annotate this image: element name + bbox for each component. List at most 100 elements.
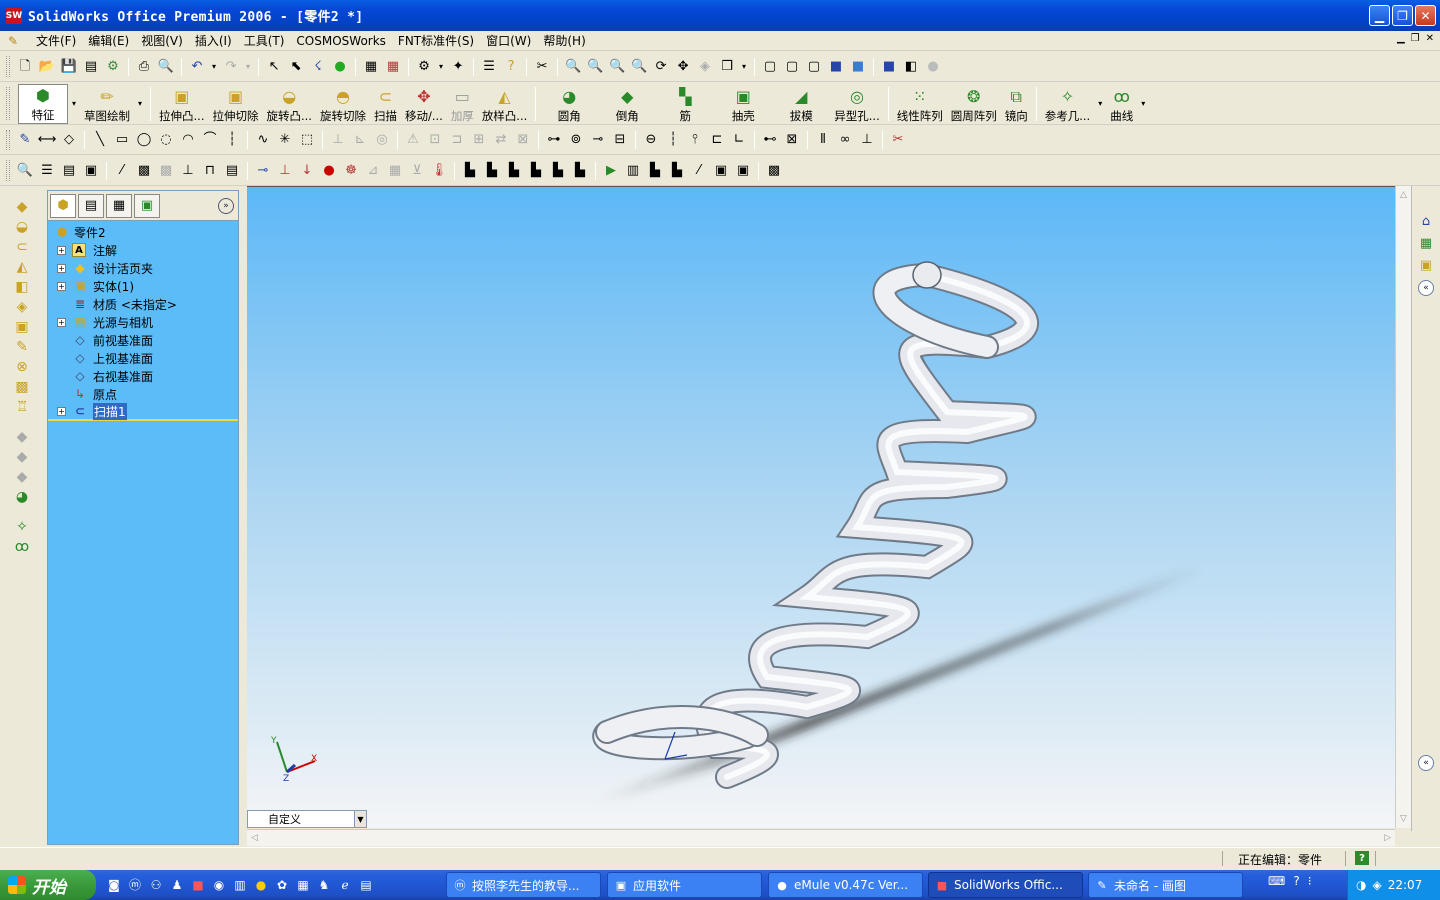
tree-root[interactable]: ⬢ 零件2 [48, 223, 238, 241]
fillet-button[interactable]: ◕ 圆角 [540, 84, 598, 124]
feature-manager-tab[interactable]: ⬢ 特征 [18, 83, 68, 124]
expand-toggle[interactable]: + [57, 406, 66, 416]
task-browser[interactable]: ⓜ 按照李先生的教导... [446, 872, 601, 898]
extend-icon[interactable]: ⊐ [449, 132, 465, 148]
maximize-button[interactable]: ❐ [1392, 5, 1413, 26]
mold-3-icon[interactable]: ▙ [506, 163, 522, 179]
perpendicular-icon[interactable]: ∟ [731, 132, 747, 148]
undo-icon[interactable]: ↶ [189, 59, 205, 75]
expand-toggle[interactable]: + [57, 245, 66, 255]
chart-icon[interactable]: ▦ [295, 877, 311, 893]
menu-view[interactable]: 视图(V) [135, 32, 189, 50]
shell-button[interactable]: ▣ 抽壳 [714, 84, 772, 124]
properties-icon[interactable]: ☰ [481, 59, 497, 75]
tray-network-icon[interactable]: ◈ [1372, 878, 1381, 892]
dome-icon[interactable]: ♖ [14, 399, 30, 415]
ime-help-icon[interactable]: ? [1293, 874, 1299, 888]
extrude-cut-button[interactable]: ▣ 拉伸切除 [209, 84, 263, 124]
select-other-icon[interactable]: ⬉ [288, 59, 304, 75]
camera-icon[interactable]: ◙ [106, 877, 122, 893]
mold-4-icon[interactable]: ▙ [528, 163, 544, 179]
wireframe-icon[interactable]: ▢ [762, 59, 778, 75]
menu-help[interactable]: 帮助(H) [537, 32, 591, 50]
boundary-icon[interactable]: ◧ [14, 279, 30, 295]
result-icon[interactable]: ⊻ [409, 163, 425, 179]
scroll-down-icon[interactable]: ▽ [1400, 814, 1407, 824]
tangent-icon[interactable]: ⫯ [687, 132, 703, 148]
traffic-light-icon[interactable]: ● [332, 59, 348, 75]
convert-icon[interactable]: ⚠ [405, 132, 421, 148]
brick-icon[interactable]: ▦ [385, 59, 401, 75]
reference-geometry-button[interactable]: ✧ 参考几... [1041, 84, 1094, 124]
rebuild-icon[interactable]: ☇ [310, 59, 326, 75]
spline-icon[interactable]: ∿ [255, 132, 271, 148]
mold-5-icon[interactable]: ▙ [550, 163, 566, 179]
rib-button[interactable]: ▚ 筋 [656, 84, 714, 124]
load-icon[interactable]: ⊥ [277, 163, 293, 179]
configuration-manager-tab[interactable]: ▦ [106, 193, 132, 218]
print-preview-icon[interactable]: 🔍 [158, 59, 174, 75]
ime-options-icon[interactable]: ⁝ [1308, 874, 1312, 888]
loft-button[interactable]: ◭ 放样凸... [478, 84, 531, 124]
help-icon[interactable]: ? [503, 59, 519, 75]
three-point-arc-icon[interactable]: ◠ [180, 132, 196, 148]
help-icon[interactable]: ? [1355, 851, 1369, 865]
disabled-2-icon[interactable]: ◆ [14, 449, 30, 465]
vertical-icon[interactable]: ⊟ [612, 132, 628, 148]
disabled-3-icon[interactable]: ◆ [14, 469, 30, 485]
expand-task-pane-icon[interactable]: « [1418, 755, 1434, 771]
home-icon[interactable]: ⌂ [1418, 214, 1434, 230]
print-icon[interactable]: ⎙ [136, 59, 152, 75]
revolve-cut-button[interactable]: ◓ 旋转切除 [316, 84, 370, 124]
slot-icon[interactable]: ⊖ [643, 132, 659, 148]
new-icon[interactable]: 🗋 [17, 59, 33, 75]
revolve-boss-button[interactable]: ◒ 旋转凸... [263, 84, 316, 124]
centerline-icon[interactable]: ┆ [224, 132, 240, 148]
compare-icon[interactable]: ▣ [735, 163, 751, 179]
symmetric-icon[interactable]: ⦀ [815, 132, 831, 148]
circle-icon[interactable]: ◯ [136, 132, 152, 148]
curve-side-icon[interactable]: ꝏ [14, 539, 30, 555]
doc-restore-icon[interactable]: ❐ [1411, 33, 1420, 44]
hole-side-icon[interactable]: ⊗ [14, 359, 30, 375]
rib-side-icon[interactable]: ✎ [14, 339, 30, 355]
coincident-icon[interactable]: ⊚ [568, 132, 584, 148]
box-icon[interactable]: ▩ [14, 379, 30, 395]
shaded-icon[interactable]: ■ [850, 59, 866, 75]
extrude-boss-button[interactable]: ▣ 拉伸凸... [155, 84, 208, 124]
parallel-icon[interactable]: ┆ [665, 132, 681, 148]
start-button[interactable]: 开始 [0, 870, 96, 900]
fixture-icon[interactable]: ⊓ [202, 163, 218, 179]
shadows-icon[interactable]: ■ [881, 59, 897, 75]
eraser-icon[interactable]: ◇ [61, 132, 77, 148]
menu-tools[interactable]: 工具(T) [238, 32, 291, 50]
media-icon[interactable]: ◉ [211, 877, 227, 893]
thicken-button[interactable]: ▭ 加厚 [447, 84, 478, 124]
probe-icon[interactable]: ⁄ [691, 163, 707, 179]
flower-icon[interactable]: ✿ [274, 877, 290, 893]
export-icon[interactable]: ▙ [647, 163, 663, 179]
loft-side-icon[interactable]: ◭ [14, 259, 30, 275]
toolbox-icon[interactable]: ✦ [450, 59, 466, 75]
tree-node-sweep1[interactable]: + ⊂ 扫描1 [48, 402, 238, 421]
keyboard-icon[interactable]: ⌨ [1268, 874, 1285, 888]
tree-node-right-plane[interactable]: ◇ 右视基准面 [48, 367, 238, 385]
zoom-fit-icon[interactable]: 🔍 [565, 59, 581, 75]
realview-icon[interactable]: ● [925, 59, 941, 75]
view-orientation-icon[interactable]: ❒ [719, 59, 735, 75]
solidworks-app-icon[interactable]: SW [6, 7, 22, 24]
run-icon[interactable]: ▶ [603, 163, 619, 179]
vertical-scrollbar[interactable]: △ ▽ [1395, 186, 1411, 828]
relation-icon[interactable]: ⊶ [546, 132, 562, 148]
chevron-down-icon[interactable]: ▼ [354, 811, 366, 827]
horizontal-scrollbar[interactable]: ◁ ▷ [247, 829, 1395, 846]
menu-edit[interactable]: 编辑(E) [82, 32, 135, 50]
collinear-icon[interactable]: ⊏ [709, 132, 725, 148]
tray-app-icon[interactable]: ◑ [1356, 878, 1366, 892]
menu-window[interactable]: 窗口(W) [480, 32, 537, 50]
cut-icon[interactable]: ◈ [14, 299, 30, 315]
plot-icon[interactable]: ▥ [625, 163, 641, 179]
expand-toggle[interactable]: + [57, 263, 66, 273]
doc-close-icon[interactable]: ✕ [1426, 33, 1434, 44]
linear-pattern-button[interactable]: ⁙ 线性阵列 [893, 84, 947, 124]
